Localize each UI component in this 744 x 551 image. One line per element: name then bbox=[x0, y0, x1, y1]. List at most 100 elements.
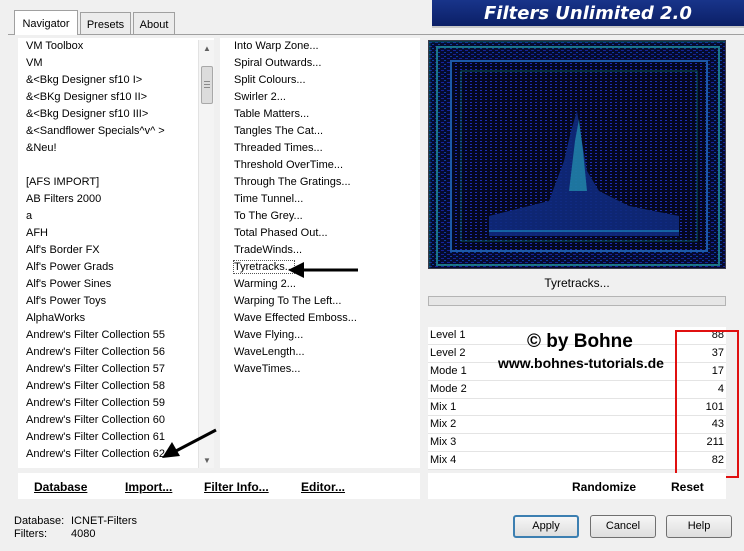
category-item[interactable]: &<Bkg Designer sf10 I> bbox=[18, 72, 214, 89]
filter-item-label: Tangles The Cat... bbox=[234, 125, 324, 137]
param-label: Level 1 bbox=[430, 329, 466, 341]
tab-navigator[interactable]: Navigator bbox=[14, 10, 78, 35]
category-item[interactable]: &<Bkg Designer sf10 III> bbox=[18, 106, 214, 123]
category-item[interactable]: AFH bbox=[18, 225, 214, 242]
annotation-arrow-category-icon bbox=[162, 428, 217, 458]
filter-item[interactable]: Threaded Times... bbox=[220, 140, 420, 157]
filter-item-label: WaveLength... bbox=[234, 346, 305, 358]
category-item[interactable]: VM bbox=[18, 55, 214, 72]
category-list[interactable]: VM Toolbox VM &<Bkg Designer sf10 I> &<BKg … bbox=[18, 38, 214, 468]
filter-item-label: Spiral Outwards... bbox=[234, 57, 322, 69]
filter-item-label: TradeWinds... bbox=[234, 244, 303, 256]
filter-item[interactable]: Through The Gratings... bbox=[220, 174, 420, 191]
param-label: Mix 4 bbox=[430, 454, 457, 467]
filter-list[interactable]: Into Warp Zone... Spiral Outwards... Split… bbox=[220, 38, 420, 468]
tab-presets[interactable]: Presets bbox=[80, 12, 131, 34]
filter-item-label: Threaded Times... bbox=[234, 142, 323, 154]
category-item[interactable]: Andrew's Filter Collection 59 bbox=[18, 395, 214, 412]
category-item[interactable]: a bbox=[18, 208, 214, 225]
category-item[interactable]: Alf's Border FX bbox=[18, 242, 214, 259]
import-button[interactable]: Import... bbox=[125, 480, 172, 494]
category-scrollbar[interactable]: ▲ ▼ bbox=[198, 40, 214, 468]
app-title: Filters Unlimited 2.0 bbox=[484, 2, 692, 24]
category-item[interactable]: AB Filters 2000 bbox=[18, 191, 214, 208]
param-label: Mode 2 bbox=[430, 382, 467, 395]
app-banner: Filters Unlimited 2.0 bbox=[432, 0, 744, 28]
filter-item[interactable]: TradeWinds... bbox=[220, 242, 420, 259]
category-item[interactable]: &<BKg Designer sf10 II> bbox=[18, 89, 214, 106]
cancel-button[interactable]: Cancel bbox=[590, 515, 656, 538]
filters-info: Filters: 4080 bbox=[14, 528, 95, 540]
filter-item[interactable]: WaveLength... bbox=[220, 344, 420, 361]
scroll-thumb[interactable] bbox=[201, 66, 213, 104]
filter-item[interactable]: Wave Flying... bbox=[220, 327, 420, 344]
category-item[interactable]: &Neu! bbox=[18, 140, 214, 157]
filter-item[interactable]: Threshold OverTime... bbox=[220, 157, 420, 174]
tab-about[interactable]: About bbox=[133, 12, 175, 34]
filter-item-label: Through The Gratings... bbox=[234, 176, 351, 188]
category-item[interactable]: Andrew's Filter Collection 57 bbox=[18, 361, 214, 378]
filter-item[interactable]: Wave Effected Emboss... bbox=[220, 310, 420, 327]
category-item[interactable]: VM Toolbox bbox=[18, 38, 214, 55]
scroll-up-arrow-icon[interactable]: ▲ bbox=[199, 40, 215, 56]
filter-item-label: Into Warp Zone... bbox=[234, 40, 319, 52]
filter-item[interactable]: Warping To The Left... bbox=[220, 293, 420, 310]
filters-label: Filters: bbox=[14, 528, 47, 540]
filter-item-label: Split Colours... bbox=[234, 74, 306, 86]
database-label: Database: bbox=[14, 515, 65, 527]
filter-item[interactable]: Tangles The Cat... bbox=[220, 123, 420, 140]
filter-item[interactable]: Split Colours... bbox=[220, 72, 420, 89]
category-item[interactable]: Alf's Power Grads bbox=[18, 259, 214, 276]
filter-item-label: Total Phased Out... bbox=[234, 227, 328, 239]
filter-item[interactable]: Table Matters... bbox=[220, 106, 420, 123]
category-item[interactable]: &<Sandflower Specials^v^ > bbox=[18, 123, 214, 140]
param-label: Level 2 bbox=[430, 346, 466, 359]
randomize-button[interactable]: Randomize bbox=[572, 480, 636, 494]
filter-item-label: Wave Effected Emboss... bbox=[234, 312, 357, 324]
filter-item-label: To The Grey... bbox=[234, 210, 303, 222]
param-label: Mix 1 bbox=[430, 400, 457, 413]
param-label: Mix 2 bbox=[430, 418, 457, 431]
database-info: Database: ICNET-Filters bbox=[14, 515, 137, 527]
preview-zoom-slider[interactable] bbox=[428, 296, 726, 306]
tab-underline bbox=[8, 34, 744, 35]
category-item[interactable]: Andrew's Filter Collection 55 bbox=[18, 327, 214, 344]
reset-button[interactable]: Reset bbox=[671, 480, 704, 494]
filter-item-label: WaveTimes... bbox=[234, 363, 301, 375]
category-item[interactable]: Andrew's Filter Collection 56 bbox=[18, 344, 214, 361]
highlight-box bbox=[675, 330, 739, 478]
category-item[interactable]: Alf's Power Toys bbox=[18, 293, 214, 310]
database-value: ICNET-Filters bbox=[71, 515, 137, 527]
category-item[interactable]: [AFS IMPORT] bbox=[18, 174, 214, 191]
annotation-arrow-filter-icon bbox=[288, 262, 358, 278]
category-item-partial bbox=[18, 463, 214, 468]
database-button[interactable]: Database bbox=[34, 480, 87, 494]
param-label: Mix 3 bbox=[430, 436, 457, 449]
category-item[interactable]: AlphaWorks bbox=[18, 310, 214, 327]
filter-item[interactable]: Swirler 2... bbox=[220, 89, 420, 106]
filter-info-button[interactable]: Filter Info... bbox=[204, 480, 269, 494]
filter-preview-image bbox=[428, 40, 726, 269]
apply-button[interactable]: Apply bbox=[513, 515, 579, 538]
filter-item-label: Table Matters... bbox=[234, 108, 310, 120]
filter-item-label: Threshold OverTime... bbox=[234, 159, 344, 171]
filter-item-label: Time Tunnel... bbox=[234, 193, 304, 205]
filter-item-label: Swirler 2... bbox=[234, 91, 286, 103]
filter-item-label: Wave Flying... bbox=[234, 329, 304, 341]
category-item[interactable]: Alf's Power Sines bbox=[18, 276, 214, 293]
filter-item[interactable]: Time Tunnel... bbox=[220, 191, 420, 208]
filter-item-label: Tyretracks... bbox=[233, 260, 295, 274]
filter-item[interactable]: Spiral Outwards... bbox=[220, 55, 420, 72]
filter-item[interactable]: Total Phased Out... bbox=[220, 225, 420, 242]
filter-item[interactable]: Into Warp Zone... bbox=[220, 38, 420, 55]
watermark-copyright: © by Bohne bbox=[527, 331, 633, 352]
editor-button[interactable]: Editor... bbox=[301, 480, 345, 494]
filter-item[interactable]: WaveTimes... bbox=[220, 361, 420, 378]
filter-item[interactable]: To The Grey... bbox=[220, 208, 420, 225]
help-button[interactable]: Help bbox=[666, 515, 732, 538]
param-label: Mode 1 bbox=[430, 364, 467, 377]
preview-filter-name: Tyretracks... bbox=[544, 276, 610, 290]
category-item[interactable]: Andrew's Filter Collection 58 bbox=[18, 378, 214, 395]
filter-item-label: Warping To The Left... bbox=[234, 295, 342, 307]
